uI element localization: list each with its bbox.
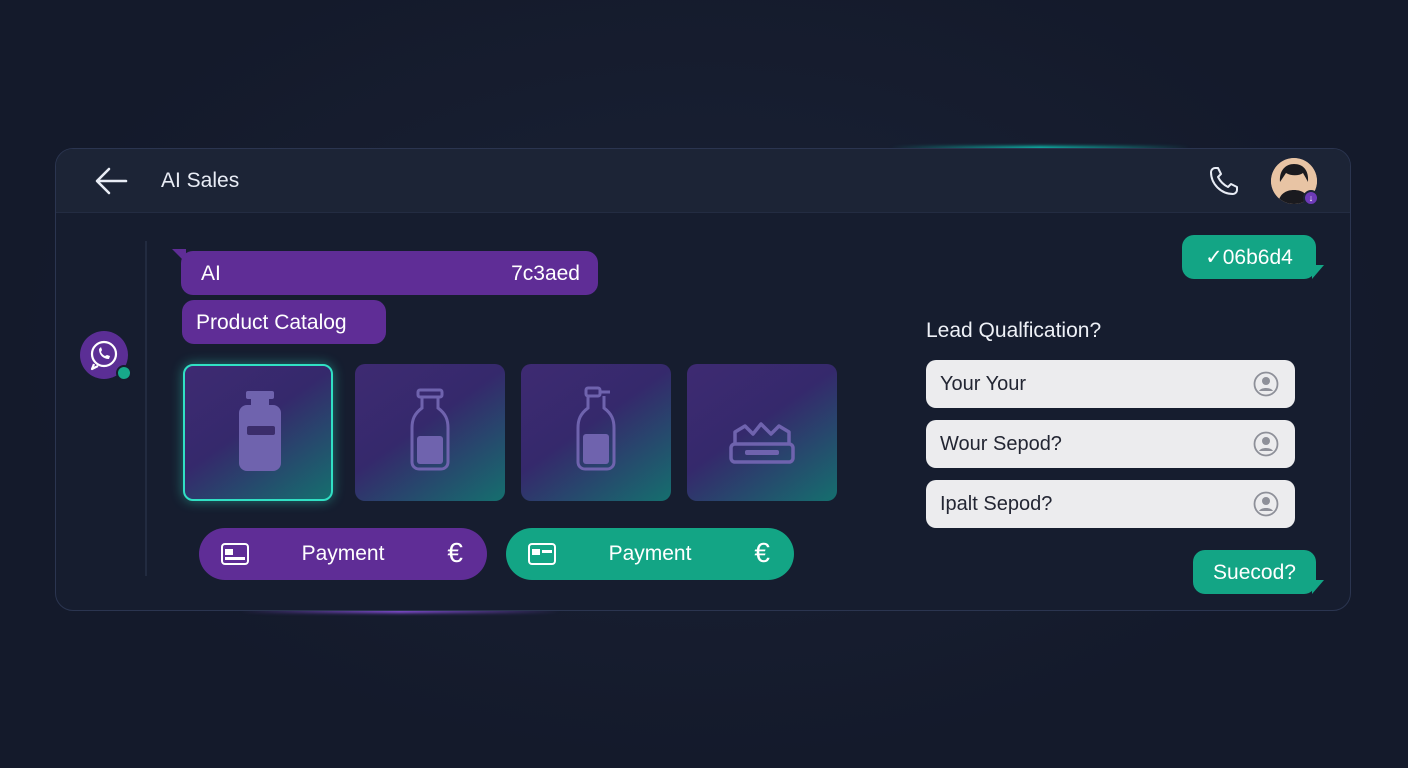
left-divider — [145, 241, 147, 576]
arrow-left-icon — [95, 167, 128, 195]
online-status-badge — [116, 365, 132, 381]
container-icon — [729, 422, 795, 464]
ai-message-code: 7c3aed — [511, 262, 580, 285]
bottle-icon — [410, 388, 450, 471]
euro-icon: € — [447, 537, 463, 568]
product-tile-4[interactable] — [687, 364, 837, 501]
user-avatar[interactable]: ↓ — [1271, 158, 1319, 206]
lead-option-2[interactable]: Wour Sepod? — [926, 420, 1295, 468]
whatsapp-channel-button[interactable] — [80, 331, 132, 381]
payment-button-green[interactable]: Payment € — [506, 528, 794, 580]
back-button[interactable] — [92, 163, 130, 199]
chat-window: AI Sales ↓ AI 7c3aed Product Catalog Pay… — [55, 148, 1351, 611]
jar-icon — [239, 391, 281, 471]
avatar-status-badge: ↓ — [1303, 190, 1319, 206]
outgoing-message-bottom: Suecod? — [1193, 550, 1316, 594]
app-stage: AI Sales ↓ AI 7c3aed Product Catalog Pay… — [0, 0, 1408, 768]
euro-icon: € — [754, 537, 770, 568]
lead-option-1[interactable]: Your Your — [926, 360, 1295, 408]
payment-label: Payment — [608, 542, 692, 565]
option-label: Wour Sepod? — [940, 433, 1062, 455]
user-circle-icon — [1253, 491, 1279, 517]
product-tile-3[interactable] — [521, 364, 671, 501]
user-circle-icon — [1253, 431, 1279, 457]
ai-sender-label: AI — [201, 262, 221, 285]
product-catalog-bubble: Product Catalog — [182, 300, 386, 344]
user-circle-icon — [1253, 371, 1279, 397]
outgoing-message-top: ✓06b6d4 — [1182, 235, 1316, 279]
option-label: Your Your — [940, 373, 1027, 395]
spray-bottle-icon — [576, 386, 616, 471]
option-label: Ipalt Sepod? — [940, 493, 1053, 515]
phone-icon — [1210, 167, 1238, 195]
product-tile-2[interactable] — [355, 364, 505, 501]
call-button[interactable] — [1206, 163, 1242, 199]
outgoing-bubble-tail — [1312, 580, 1324, 594]
payment-button-purple[interactable]: Payment € — [199, 528, 487, 580]
page-title: AI Sales — [161, 169, 240, 192]
ai-message-bubble: AI 7c3aed — [181, 251, 598, 295]
outgoing-bubble-tail — [1312, 265, 1324, 279]
payment-label: Payment — [301, 542, 385, 565]
lead-qualification-title: Lead Qualfication? — [926, 319, 1102, 342]
chat-header: AI Sales ↓ — [56, 149, 1350, 213]
lead-option-3[interactable]: Ipalt Sepod? — [926, 480, 1295, 528]
product-tile-1[interactable] — [183, 364, 333, 501]
